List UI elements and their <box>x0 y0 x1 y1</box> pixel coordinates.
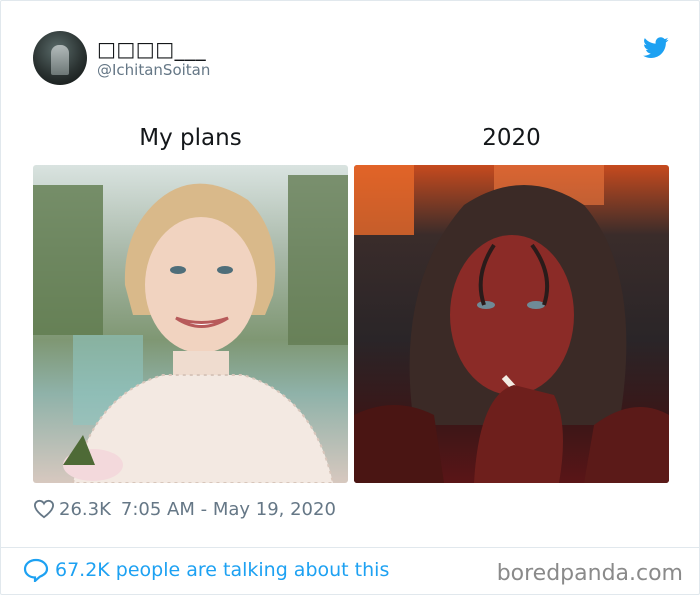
tweet-timestamp[interactable]: 7:05 AM - May 19, 2020 <box>121 499 336 520</box>
speech-bubble-icon <box>23 558 49 582</box>
column-label-left: My plans <box>139 125 242 151</box>
footer-divider <box>1 547 699 548</box>
twitter-bird-icon[interactable] <box>643 37 669 59</box>
heart-icon[interactable] <box>33 499 55 519</box>
user-handle[interactable]: @IchitanSoitan <box>97 61 210 79</box>
brand-watermark: boredpanda.com <box>496 561 683 586</box>
talking-text[interactable]: 67.2K people are talking about this <box>55 559 389 581</box>
tweet-card: □□□□___ @IchitanSoitan My plans 2020 26.… <box>0 0 700 595</box>
photo-left[interactable] <box>33 165 348 483</box>
photo-right[interactable] <box>354 165 669 483</box>
avatar[interactable] <box>33 31 87 85</box>
display-name[interactable]: □□□□___ <box>97 37 206 61</box>
tweet-meta: 26.3K 7:05 AM - May 19, 2020 <box>33 498 336 520</box>
tweet-header: □□□□___ @IchitanSoitan <box>33 31 673 89</box>
like-count[interactable]: 26.3K <box>59 499 111 520</box>
talking-link[interactable]: 67.2K people are talking about this <box>23 558 389 582</box>
column-label-right: 2020 <box>482 125 541 151</box>
